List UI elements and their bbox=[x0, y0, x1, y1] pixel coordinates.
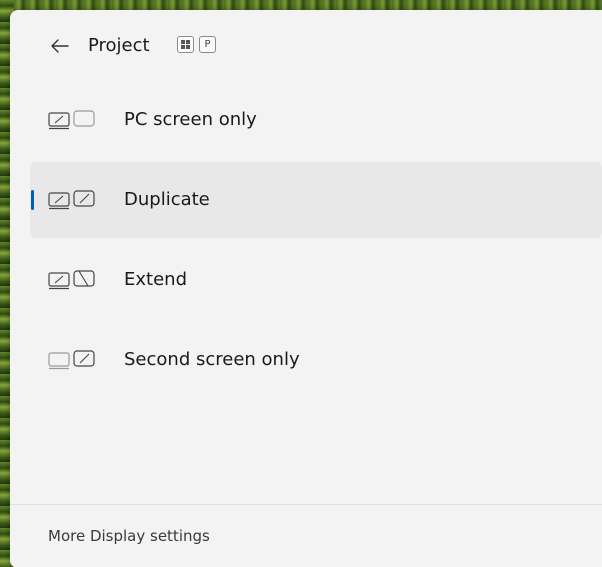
arrow-left-icon bbox=[51, 39, 69, 53]
flyout-title: Project bbox=[88, 35, 150, 56]
pc-screen-only-icon bbox=[48, 110, 95, 130]
windows-key-icon bbox=[177, 36, 194, 53]
option-pc-screen-only[interactable]: PC screen only bbox=[30, 82, 602, 158]
keyboard-shortcut: P bbox=[177, 36, 216, 53]
project-flyout: Project P PC screen only Duplicate Exten… bbox=[10, 10, 602, 567]
option-label: Duplicate bbox=[124, 189, 210, 210]
selection-indicator bbox=[31, 190, 34, 210]
option-label: Second screen only bbox=[124, 349, 300, 370]
second-screen-only-icon bbox=[48, 350, 95, 370]
option-label: PC screen only bbox=[124, 109, 257, 130]
more-display-settings-link[interactable]: More Display settings bbox=[48, 527, 210, 545]
extend-icon bbox=[48, 270, 95, 290]
flyout-header: Project P bbox=[10, 24, 602, 68]
option-second-screen-only[interactable]: Second screen only bbox=[30, 322, 602, 398]
option-extend[interactable]: Extend bbox=[30, 242, 602, 318]
option-duplicate[interactable]: Duplicate bbox=[30, 162, 602, 238]
option-label: Extend bbox=[124, 269, 187, 290]
p-key: P bbox=[199, 36, 216, 53]
back-button[interactable] bbox=[48, 34, 72, 58]
flyout-footer: More Display settings bbox=[10, 504, 602, 567]
duplicate-icon bbox=[48, 190, 95, 210]
